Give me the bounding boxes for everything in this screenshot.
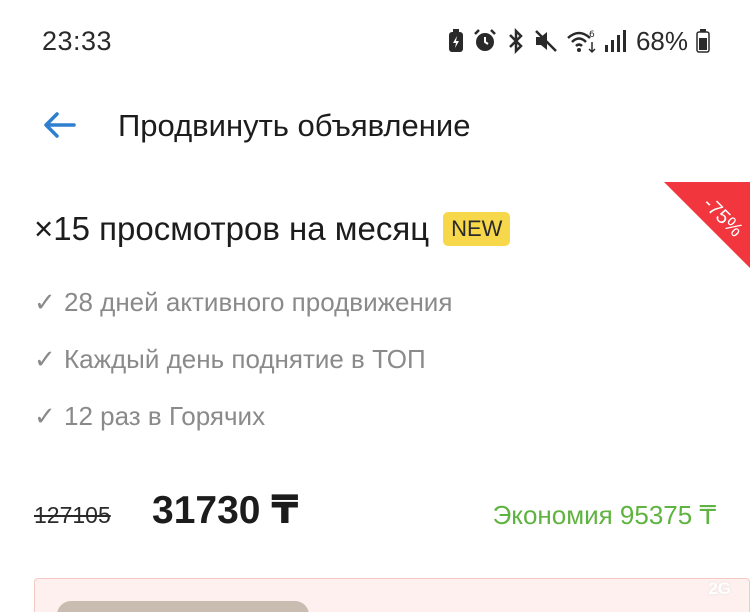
feature-text: Каждый день поднятие в ТОП	[64, 343, 426, 374]
watermark: 2G	[708, 579, 731, 598]
offer-title-row[interactable]: ×15 просмотров на месяц NEW	[34, 205, 511, 253]
status-icons: 6 68%	[448, 25, 710, 56]
check-icon: ✓	[34, 343, 56, 374]
next-offer-card[interactable]: 2G	[34, 578, 750, 612]
battery-icon	[696, 29, 710, 53]
app-header: Продвинуть объявление	[0, 92, 750, 164]
new-price: 31730 ₸	[152, 489, 299, 532]
feature-list: ✓ 28 дней активного продвижения ✓ Каждый…	[34, 282, 452, 453]
card-thumbnail	[57, 601, 309, 612]
battery-saver-icon	[448, 29, 464, 53]
new-badge: NEW	[443, 211, 511, 247]
feature-text: 28 дней активного продвижения	[64, 286, 453, 317]
mute-icon	[534, 29, 558, 53]
feature-item: ✓ 12 раз в Горячих	[34, 396, 452, 436]
status-bar: 23:33 6 68%	[0, 0, 750, 80]
battery-percent: 68%	[635, 25, 688, 56]
discount-ribbon: -75%	[664, 182, 750, 268]
bluetooth-icon	[506, 28, 526, 54]
price-row: 127105 31730 ₸ Экономия 95375 ₸	[34, 486, 724, 542]
check-icon: ✓	[34, 286, 56, 317]
wifi-6-icon: 6	[566, 28, 596, 54]
offer-title: ×15 просмотров на месяц	[34, 210, 430, 247]
alarm-icon	[472, 28, 498, 54]
signal-icon	[604, 29, 626, 53]
back-button[interactable]	[34, 104, 84, 150]
feature-item: ✓ 28 дней активного продвижения	[34, 282, 452, 322]
check-icon: ✓	[34, 400, 56, 431]
feature-item: ✓ Каждый день поднятие в ТОП	[34, 339, 452, 379]
arrow-left-icon	[42, 111, 76, 144]
svg-text:6: 6	[589, 30, 595, 40]
status-time: 23:33	[42, 26, 113, 56]
old-price: 127105	[34, 502, 111, 528]
page-title: Продвинуть объявление	[118, 108, 471, 143]
feature-text: 12 раз в Горячих	[64, 400, 266, 431]
savings-text: Экономия 95375 ₸	[492, 500, 716, 530]
